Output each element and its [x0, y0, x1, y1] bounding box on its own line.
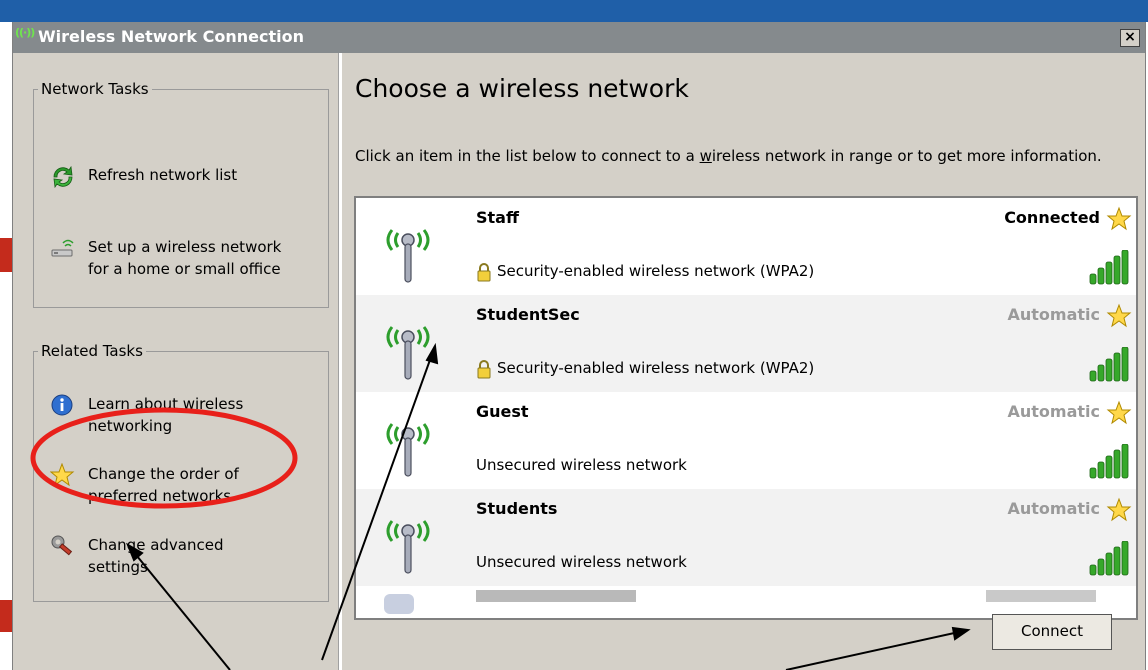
connect-button[interactable]: Connect: [992, 614, 1112, 650]
change-preferred-order-link[interactable]: Change the order of preferred networks: [50, 463, 320, 509]
close-button[interactable]: ×: [1120, 29, 1140, 47]
wireless-connection-window: ((·)) Wireless Network Connection × Netw…: [12, 22, 1146, 670]
refresh-network-list-link[interactable]: Refresh network list: [50, 164, 320, 190]
related-tasks-legend: Related Tasks: [41, 342, 143, 360]
network-name: Guest: [476, 402, 529, 421]
window-title: Wireless Network Connection: [38, 27, 304, 46]
network-icon-partial: [384, 594, 414, 614]
signal-strength-icon: [1089, 347, 1129, 382]
desktop-edge: [0, 22, 12, 670]
wireless-antenna-icon: [386, 423, 430, 477]
instruction-accelerator: w: [699, 147, 712, 165]
security-description: Unsecured wireless network: [476, 553, 687, 571]
network-list[interactable]: Staff Connected Security-enabled wireless …: [354, 196, 1138, 620]
connection-status: Automatic: [1007, 305, 1101, 324]
connection-status: Connected: [1004, 208, 1100, 227]
page-title: Choose a wireless network: [355, 74, 689, 103]
network-tasks-legend: Network Tasks: [41, 80, 149, 98]
network-name: StudentSec: [476, 305, 580, 324]
signal-strength-icon: [1089, 250, 1129, 285]
change-advanced-settings-label: Change advanced settings: [88, 536, 224, 576]
lock-icon: [477, 263, 491, 282]
wireless-antenna-icon: [386, 520, 430, 574]
learn-wireless-label: Learn about wireless networking: [88, 395, 244, 435]
wireless-antenna-icon: [386, 326, 430, 380]
partial-name-fragment: [476, 590, 636, 602]
connection-status: Automatic: [1007, 499, 1101, 518]
desktop-fragment: [0, 600, 12, 632]
setup-wireless-network-link[interactable]: Set up a wireless network for a home or …: [50, 236, 320, 282]
security-description: Security-enabled wireless network (WPA2): [497, 262, 815, 280]
refresh-icon: [53, 165, 73, 189]
partial-status-fragment: [986, 590, 1096, 602]
learn-wireless-link[interactable]: Learn about wireless networking: [50, 393, 320, 439]
network-name: Staff: [476, 208, 519, 227]
network-list-item[interactable]: StudentSec Automatic Security-enabled wire…: [356, 295, 1136, 392]
change-preferred-order-label: Change the order of preferred networks: [88, 465, 239, 505]
preferred-star-icon: [1106, 303, 1132, 328]
wrench-icon: [51, 535, 73, 556]
desktop-fragment: [0, 238, 12, 272]
signal-strength-icon: [1089, 541, 1129, 576]
lock-icon: [477, 360, 491, 379]
wireless-title-icon: ((·)): [15, 26, 35, 39]
connection-status: Automatic: [1007, 402, 1101, 421]
instruction-part: ireless network in range or to get more …: [711, 147, 1102, 165]
info-icon: [51, 394, 73, 416]
refresh-network-list-label: Refresh network list: [88, 166, 238, 184]
change-advanced-settings-link[interactable]: Change advanced settings: [50, 534, 320, 580]
wireless-setup-icon: [51, 239, 74, 257]
security-description: Unsecured wireless network: [476, 456, 687, 474]
preferred-star-icon: [1106, 400, 1132, 425]
pane-divider: [338, 53, 342, 670]
star-icon: [50, 463, 75, 487]
security-description: Security-enabled wireless network (WPA2): [497, 359, 815, 377]
task-pane: Network Tasks Refresh network list Set u…: [13, 53, 338, 670]
signal-strength-icon: [1089, 444, 1129, 479]
desktop-background: [0, 0, 1148, 22]
preferred-star-icon: [1106, 497, 1132, 522]
preferred-star-icon: [1106, 206, 1132, 231]
setup-wireless-network-label: Set up a wireless network for a home or …: [88, 238, 282, 278]
instruction-text: Click an item in the list below to conne…: [355, 146, 1135, 167]
network-name: Students: [476, 499, 558, 518]
network-list-item[interactable]: Staff Connected Security-enabled wireless …: [356, 198, 1136, 295]
network-list-item[interactable]: Students Automatic Unsecured wireless netw…: [356, 489, 1136, 586]
network-list-item[interactable]: Guest Automatic Unsecured wireless network: [356, 392, 1136, 489]
wireless-antenna-icon: [386, 229, 430, 283]
instruction-part: Click an item in the list below to conne…: [355, 147, 700, 165]
title-bar[interactable]: ((·)) Wireless Network Connection ×: [13, 22, 1145, 53]
